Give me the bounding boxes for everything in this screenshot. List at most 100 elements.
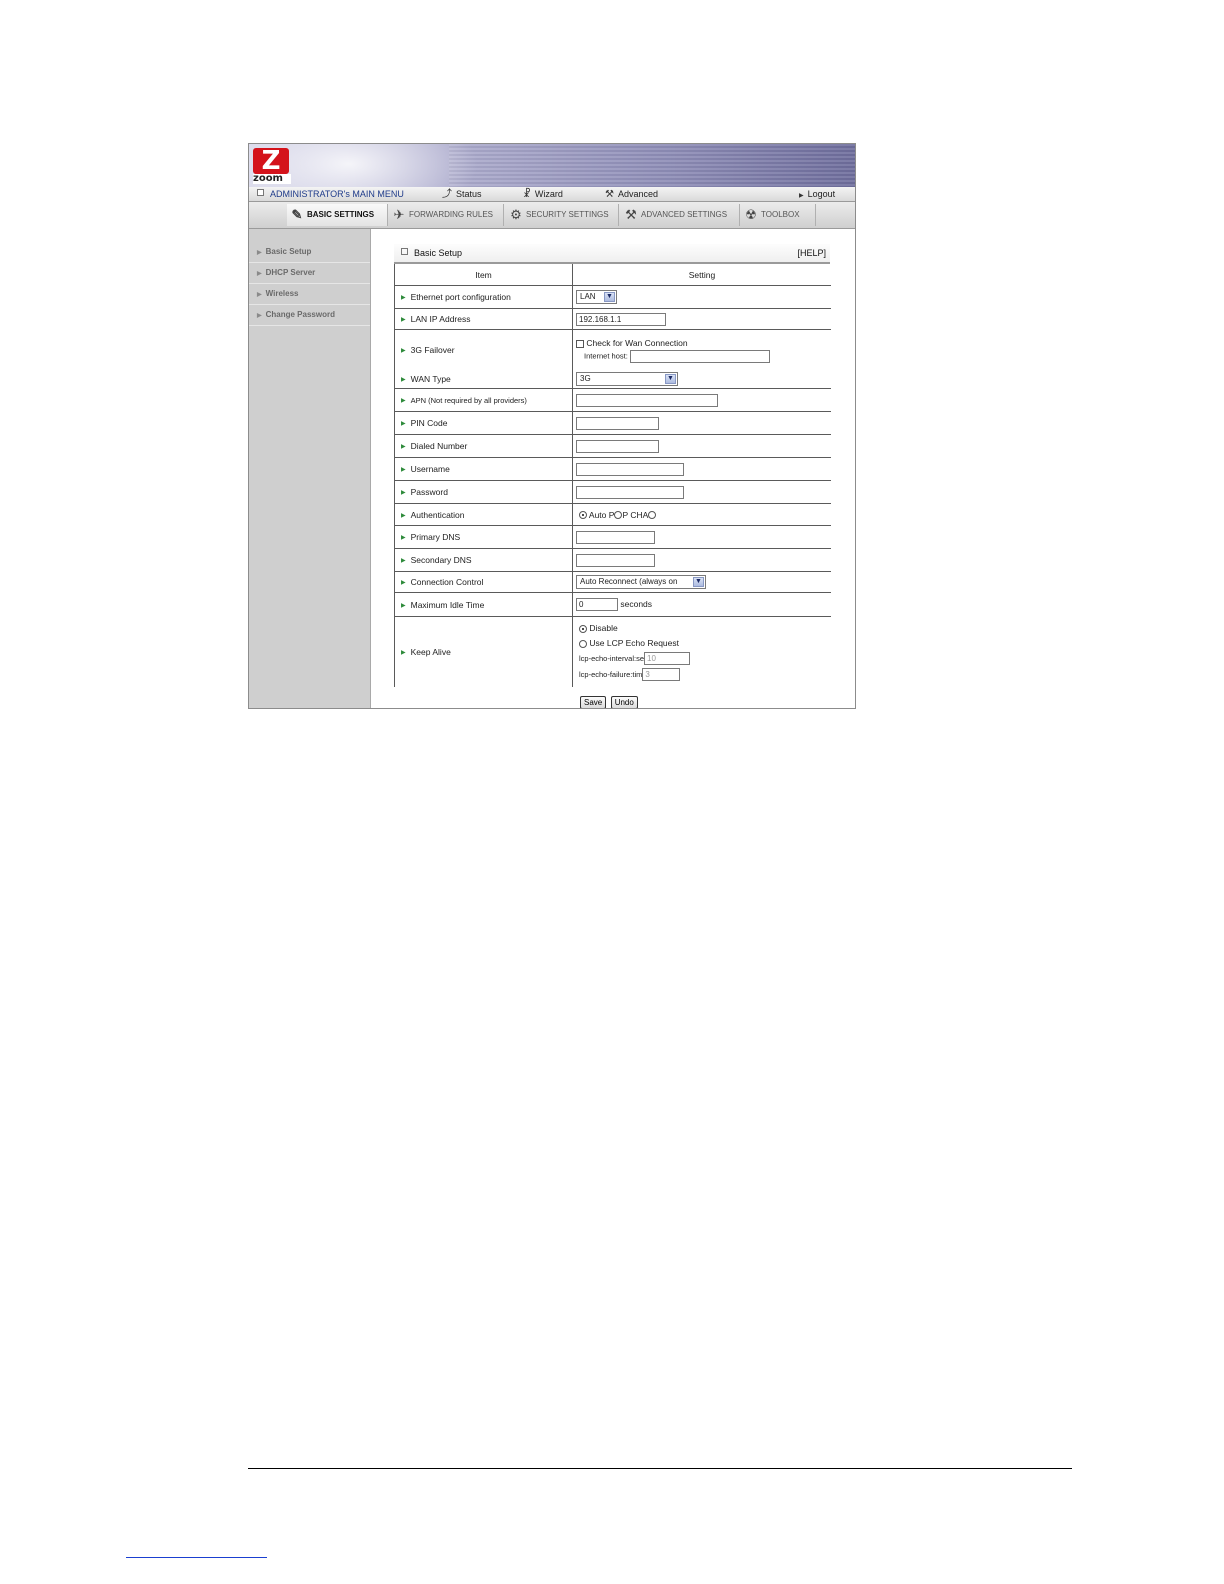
status-icon: ⤴	[442, 189, 452, 200]
settings-tab-bar: ✎ BASIC SETTINGS ✈ FORWARDING RULES ⚙ SECUR…	[249, 202, 855, 229]
wizard-menu-item[interactable]: ☧ Wizard	[523, 187, 563, 202]
table-row: ▶ Maximum Idle Time 0 seconds	[394, 592, 831, 617]
undo-button[interactable]: Undo	[610, 696, 638, 708]
header-banner: Z zoom	[249, 144, 855, 187]
sidebar-item-wireless[interactable]: ▶ Wireless	[249, 284, 370, 305]
lan-ip-input[interactable]: 192.168.1.1	[576, 312, 666, 326]
auth-options-text: Auto P	[588, 509, 615, 520]
admin-main-menu-link[interactable]: ADMINISTRATOR's MAIN MENU	[257, 187, 404, 201]
table-row: ▶ Keep Alive Disable Use LCP Echo Request…	[394, 616, 832, 687]
username-input[interactable]	[576, 462, 684, 476]
auth-chap-radio[interactable]	[648, 511, 657, 520]
table-row: ▶ Authentication Auto PP CHA	[394, 503, 831, 526]
lcp-interval-input[interactable]: 10	[644, 652, 691, 666]
max-idle-input[interactable]: 0	[576, 598, 618, 611]
password-label: Password	[410, 487, 448, 497]
sidebar: ▶ Basic Setup ▶ DHCP Server ▶ Wireless ▶ Cha…	[249, 229, 371, 708]
panel-title: Basic Setup	[414, 248, 463, 258]
primary-dns-input[interactable]	[576, 530, 655, 544]
advanced-menu-item[interactable]: ⚒ Advanced	[605, 187, 658, 202]
security-settings-icon: ⚙	[510, 207, 522, 222]
advanced-icon: ⚒	[605, 189, 614, 200]
table-row: ▶ Username	[394, 457, 831, 481]
toolbox-icon: ☢	[745, 207, 757, 222]
table-row: ▶ WAN Type 3G ▼	[394, 369, 831, 389]
password-input[interactable]	[576, 485, 684, 499]
settings-table: Item Setting ▶ Ethernet port configuratio…	[394, 264, 831, 687]
dialed-number-input[interactable]	[576, 439, 659, 453]
chevron-down-icon: ▼	[665, 373, 676, 384]
save-button[interactable]: Save	[580, 696, 607, 708]
zoom-logo: Z zoom	[253, 148, 291, 184]
lcp-interval-label: lcp-echo-interval:se	[579, 653, 645, 663]
sidebar-item-change-password[interactable]: ▶ Change Password	[249, 305, 370, 326]
ethernet-port-select[interactable]: LAN ▼	[576, 290, 617, 304]
status-menu-item[interactable]: ⤴ Status	[442, 187, 482, 202]
wan-type-label: WAN Type	[410, 373, 451, 384]
chevron-down-icon: ▼	[693, 577, 704, 587]
lcp-failure-label: lcp-echo-failure:tim	[579, 669, 643, 679]
username-label: Username	[410, 464, 450, 474]
secondary-dns-label: Secondary DNS	[410, 555, 472, 565]
internet-host-input[interactable]	[629, 349, 770, 363]
auth-chap-text: P CHA	[622, 509, 649, 520]
max-idle-unit: seconds	[620, 598, 653, 609]
keepalive-disable-radio[interactable]	[579, 624, 587, 633]
router-admin-screenshot: Z zoom ADMINISTRATOR's MAIN MENU ⤴ Status…	[248, 143, 856, 709]
lcp-failure-input[interactable]: 3	[642, 668, 681, 682]
table-row: ▶ APN (Not required by all providers)	[394, 388, 831, 412]
pin-code-input[interactable]	[576, 416, 659, 430]
table-row: ▶ PIN Code	[394, 411, 831, 435]
form-buttons: Save Undo	[580, 694, 638, 708]
sidebar-item-dhcp-server[interactable]: ▶ DHCP Server	[249, 263, 370, 284]
connection-control-label: Connection Control	[410, 577, 484, 587]
primary-dns-label: Primary DNS	[410, 532, 461, 542]
tab-basic-settings[interactable]: ✎ BASIC SETTINGS	[287, 204, 388, 226]
keep-alive-label: Keep Alive	[410, 646, 451, 657]
wan-check-checkbox[interactable]	[576, 339, 584, 348]
tab-advanced-settings[interactable]: ⚒ ADVANCED SETTINGS	[621, 204, 740, 226]
max-idle-label: Maximum Idle Time	[410, 599, 485, 610]
keepalive-lcp-radio[interactable]	[579, 639, 587, 648]
chevron-down-icon: ▼	[604, 292, 615, 302]
wan-type-select[interactable]: 3G ▼	[576, 371, 678, 386]
table-row: ▶ 3G Failover Check for Wan Connection In…	[394, 329, 832, 370]
panel-header: Basic Setup [HELP]	[394, 244, 830, 264]
table-row: ▶ Ethernet port configuration LAN ▼	[394, 285, 831, 309]
connection-control-select[interactable]: Auto Reconnect (always on ▼	[576, 575, 706, 589]
secondary-dns-input[interactable]	[576, 553, 655, 567]
wan-check-label: Check for Wan Connection	[586, 337, 688, 348]
failover-label: 3G Failover	[410, 344, 455, 355]
column-header-item: Item	[394, 264, 573, 286]
logout-menu-item[interactable]: ▶ Logout	[799, 187, 835, 203]
internet-host-label: Internet host:	[584, 351, 628, 361]
table-row: ▶ Dialed Number	[394, 434, 831, 458]
table-row: ▶ LAN IP Address 192.168.1.1	[394, 308, 831, 330]
table-row: ▶ Password	[394, 480, 831, 504]
help-link[interactable]: [HELP]	[797, 244, 826, 262]
page-footer-rule	[248, 1468, 1072, 1469]
forwarding-rules-icon: ✈	[393, 207, 405, 222]
pin-code-label: PIN Code	[410, 418, 448, 428]
wizard-icon: ☧	[523, 189, 531, 200]
table-row: ▶ Primary DNS	[394, 525, 831, 549]
main-menu-bar: ADMINISTRATOR's MAIN MENU ⤴ Status ☧ Wizar…	[249, 187, 855, 202]
tab-security-settings[interactable]: ⚙ SECURITY SETTINGS	[506, 204, 619, 226]
keepalive-lcp-label: Use LCP Echo Request	[589, 637, 679, 648]
logout-arrow-icon: ▶	[799, 193, 804, 199]
advanced-settings-icon: ⚒	[625, 207, 637, 222]
table-header-row: Item Setting	[394, 264, 831, 286]
page-footnote-link[interactable]	[126, 1557, 267, 1558]
apn-input[interactable]	[576, 393, 718, 407]
tab-forwarding-rules[interactable]: ✈ FORWARDING RULES	[389, 204, 504, 226]
basic-setup-panel: Basic Setup [HELP] Item Setting ▶ Etherne…	[394, 244, 832, 708]
ethernet-port-label: Ethernet port configuration	[410, 292, 511, 302]
sidebar-item-basic-setup[interactable]: ▶ Basic Setup	[249, 242, 370, 263]
dialed-number-label: Dialed Number	[410, 441, 468, 451]
lan-ip-label: LAN IP Address	[410, 314, 471, 324]
keepalive-disable-label: Disable	[589, 622, 618, 633]
table-row: ▶ Secondary DNS	[394, 548, 831, 572]
tab-toolbox[interactable]: ☢ TOOLBOX	[741, 204, 816, 226]
apn-label: APN (Not required by all providers)	[410, 395, 527, 405]
auth-auto-radio[interactable]	[579, 511, 587, 520]
